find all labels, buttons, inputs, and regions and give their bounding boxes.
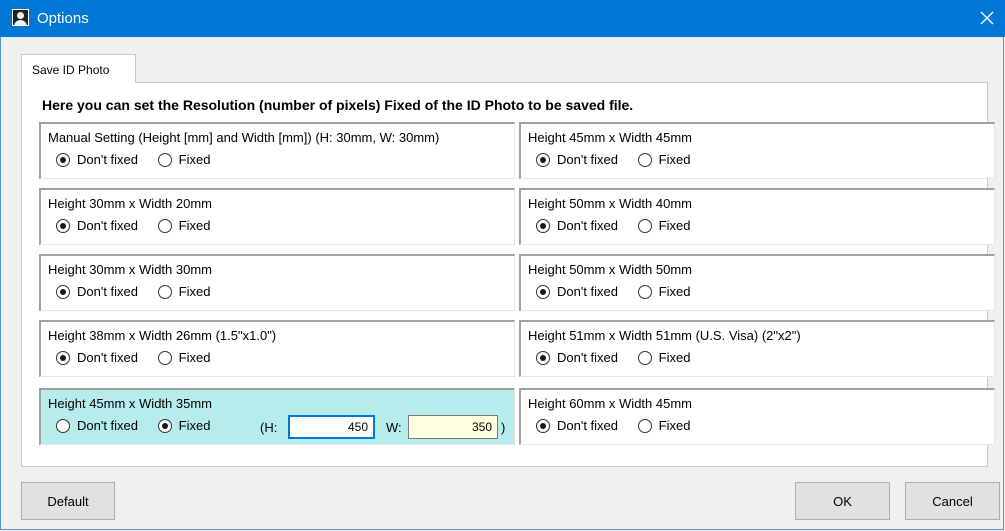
radio-circle[interactable] bbox=[637, 350, 652, 365]
radio-circle[interactable] bbox=[637, 152, 652, 167]
tab-label: Save ID Photo bbox=[32, 63, 110, 77]
radio-label: Fixed bbox=[658, 218, 691, 233]
radio-circle[interactable] bbox=[56, 350, 70, 365]
radio-label: Fixed bbox=[658, 284, 691, 299]
size-group-45x35: Height 45mm x Width 35mm Don't fixed Fix… bbox=[39, 388, 515, 445]
radio-circle[interactable] bbox=[536, 152, 550, 167]
title-bar: Options bbox=[0, 0, 1005, 37]
radio-dont-fixed[interactable]: Don't fixed bbox=[536, 152, 618, 167]
radio-label: Don't fixed bbox=[557, 152, 619, 167]
radio-label: Don't fixed bbox=[557, 284, 619, 299]
radio-label: Don't fixed bbox=[557, 418, 619, 433]
radio-label: Don't fixed bbox=[77, 218, 139, 233]
close-paren: ) bbox=[501, 420, 506, 435]
radio-circle[interactable] bbox=[56, 152, 70, 167]
radio-dont-fixed[interactable]: Don't fixed bbox=[56, 284, 138, 299]
radio-circle[interactable] bbox=[56, 418, 70, 433]
radio-label: Don't fixed bbox=[77, 350, 139, 365]
group-title: Height 38mm x Width 26mm (1.5"x1.0") bbox=[48, 328, 277, 343]
size-group-50x40: Height 50mm x Width 40mm Don't fixed Fix… bbox=[519, 188, 995, 245]
size-group-60x45: Height 60mm x Width 45mm Don't fixed Fix… bbox=[519, 388, 995, 445]
id-photo-person-icon bbox=[12, 9, 29, 26]
width-pixels-input[interactable] bbox=[408, 415, 498, 439]
radio-dont-fixed[interactable]: Don't fixed bbox=[536, 284, 618, 299]
width-label: W: bbox=[386, 420, 402, 435]
group-title: Height 51mm x Width 51mm (U.S. Visa) (2"… bbox=[528, 328, 801, 343]
group-title: Height 30mm x Width 30mm bbox=[48, 262, 212, 277]
size-group-30x20: Height 30mm x Width 20mm Don't fixed Fix… bbox=[39, 188, 515, 245]
tab-save-id-photo[interactable]: Save ID Photo bbox=[21, 54, 136, 83]
size-group-manual: Manual Setting (Height [mm] and Width [m… bbox=[39, 122, 515, 179]
group-title: Height 45mm x Width 45mm bbox=[528, 130, 692, 145]
size-group-38x26: Height 38mm x Width 26mm (1.5"x1.0") Don… bbox=[39, 320, 515, 377]
radio-label: Don't fixed bbox=[557, 218, 619, 233]
close-icon[interactable] bbox=[975, 6, 999, 30]
radio-circle[interactable] bbox=[637, 418, 652, 433]
radio-fixed[interactable]: Fixed bbox=[157, 418, 211, 433]
radio-circle[interactable] bbox=[637, 284, 652, 299]
radio-label: Don't fixed bbox=[77, 418, 139, 433]
radio-label: Don't fixed bbox=[557, 350, 619, 365]
group-title: Height 50mm x Width 50mm bbox=[528, 262, 692, 277]
radio-circle[interactable] bbox=[157, 284, 172, 299]
height-pixels-input[interactable] bbox=[288, 415, 375, 439]
window-title: Options bbox=[37, 10, 89, 27]
cancel-button[interactable]: Cancel bbox=[905, 482, 1000, 520]
radio-circle[interactable] bbox=[157, 350, 172, 365]
radio-fixed[interactable]: Fixed bbox=[157, 350, 211, 365]
radio-fixed[interactable]: Fixed bbox=[637, 218, 691, 233]
radio-circle[interactable] bbox=[536, 284, 550, 299]
radio-circle[interactable] bbox=[536, 418, 550, 433]
radio-label: Fixed bbox=[658, 418, 691, 433]
radio-label: Fixed bbox=[178, 152, 211, 167]
radio-dont-fixed[interactable]: Don't fixed bbox=[56, 152, 138, 167]
radio-fixed[interactable]: Fixed bbox=[637, 350, 691, 365]
radio-label: Don't fixed bbox=[77, 152, 139, 167]
radio-fixed[interactable]: Fixed bbox=[157, 284, 211, 299]
radio-fixed[interactable]: Fixed bbox=[637, 284, 691, 299]
group-title: Height 50mm x Width 40mm bbox=[528, 196, 692, 211]
height-label: (H: bbox=[260, 420, 278, 435]
radio-dont-fixed[interactable]: Don't fixed bbox=[56, 350, 138, 365]
radio-label: Don't fixed bbox=[77, 284, 139, 299]
radio-circle[interactable] bbox=[157, 218, 172, 233]
radio-dont-fixed[interactable]: Don't fixed bbox=[56, 418, 138, 433]
radio-circle[interactable] bbox=[56, 218, 70, 233]
radio-dont-fixed[interactable]: Don't fixed bbox=[536, 350, 618, 365]
radio-label: Fixed bbox=[178, 418, 211, 433]
group-title: Height 60mm x Width 45mm bbox=[528, 396, 692, 411]
size-group-50x50: Height 50mm x Width 50mm Don't fixed Fix… bbox=[519, 254, 995, 311]
size-group-45x45: Height 45mm x Width 45mm Don't fixed Fix… bbox=[519, 122, 995, 179]
radio-fixed[interactable]: Fixed bbox=[637, 418, 691, 433]
radio-dont-fixed[interactable]: Don't fixed bbox=[536, 218, 618, 233]
radio-circle[interactable] bbox=[56, 284, 70, 299]
radio-fixed[interactable]: Fixed bbox=[157, 218, 211, 233]
radio-circle[interactable] bbox=[637, 218, 652, 233]
group-title: Height 30mm x Width 20mm bbox=[48, 196, 212, 211]
radio-label: Fixed bbox=[658, 152, 691, 167]
radio-fixed[interactable]: Fixed bbox=[157, 152, 211, 167]
radio-dont-fixed[interactable]: Don't fixed bbox=[536, 418, 618, 433]
radio-label: Fixed bbox=[658, 350, 691, 365]
radio-label: Fixed bbox=[178, 350, 211, 365]
size-group-51x51-us-visa: Height 51mm x Width 51mm (U.S. Visa) (2"… bbox=[519, 320, 995, 377]
radio-label: Fixed bbox=[178, 218, 211, 233]
page-heading: Here you can set the Resolution (number … bbox=[42, 97, 634, 113]
group-title: Manual Setting (Height [mm] and Width [m… bbox=[48, 130, 440, 145]
default-button[interactable]: Default bbox=[21, 482, 115, 520]
radio-label: Fixed bbox=[178, 284, 211, 299]
radio-fixed[interactable]: Fixed bbox=[637, 152, 691, 167]
radio-circle[interactable] bbox=[536, 350, 550, 365]
group-title: Height 45mm x Width 35mm bbox=[48, 396, 212, 411]
radio-circle[interactable] bbox=[536, 218, 550, 233]
radio-circle[interactable] bbox=[157, 418, 172, 433]
radio-dont-fixed[interactable]: Don't fixed bbox=[56, 218, 138, 233]
ok-button[interactable]: OK bbox=[795, 482, 890, 520]
size-group-30x30: Height 30mm x Width 30mm Don't fixed Fix… bbox=[39, 254, 515, 311]
radio-circle[interactable] bbox=[157, 152, 172, 167]
